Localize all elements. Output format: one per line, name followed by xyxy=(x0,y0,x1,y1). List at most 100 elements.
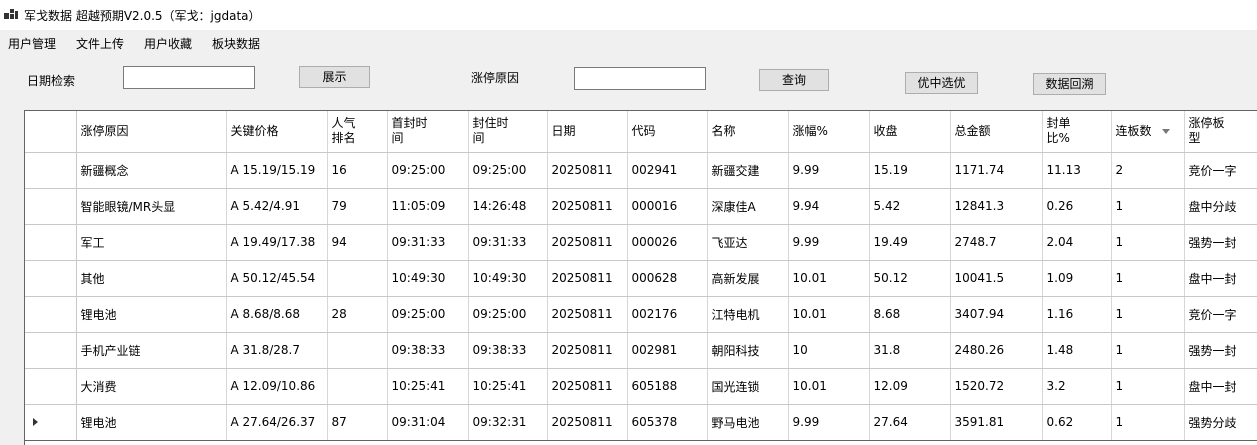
cell-code[interactable]: 002176 xyxy=(627,296,708,333)
col-header[interactable]: 封单 比% xyxy=(1042,111,1112,153)
cell-name[interactable]: 国光连锁 xyxy=(707,368,789,405)
cell-date[interactable]: 20250811 xyxy=(547,332,628,369)
cell-seal-ratio[interactable]: 1.09 xyxy=(1042,260,1112,297)
cell-code[interactable]: 002981 xyxy=(627,332,708,369)
cell-board-count[interactable]: 1 xyxy=(1111,368,1185,405)
cell-code[interactable]: 605378 xyxy=(627,404,708,441)
row-header[interactable] xyxy=(25,368,77,405)
cell-name[interactable]: 高新发展 xyxy=(707,260,789,297)
cell-code[interactable]: 002941 xyxy=(627,152,708,189)
cell-code[interactable]: 000628 xyxy=(627,260,708,297)
table-row[interactable]: 手机产业链 A 31.8/28.7 09:38:33 09:38:33 20250811… xyxy=(25,332,1257,369)
cell-key-price[interactable]: A 27.64/26.37 xyxy=(226,404,328,441)
cell-first-seal[interactable]: 09:31:04 xyxy=(387,404,469,441)
cell-code[interactable]: 605188 xyxy=(627,368,708,405)
select-best-button[interactable]: 优中选优 xyxy=(905,72,978,94)
col-header[interactable]: 关键价格 xyxy=(226,111,328,153)
cell-seal-time[interactable]: 10:25:41 xyxy=(468,368,548,405)
cell-reason[interactable]: 锂电池 xyxy=(76,404,227,441)
row-header[interactable] xyxy=(25,224,77,261)
cell-total-amount[interactable]: 1171.74 xyxy=(950,152,1043,189)
cell-seal-ratio[interactable]: 2.04 xyxy=(1042,224,1112,261)
cell-board-count[interactable]: 1 xyxy=(1111,332,1185,369)
cell-popularity[interactable]: 79 xyxy=(327,188,388,225)
cell-seal-ratio[interactable]: 11.13 xyxy=(1042,152,1112,189)
col-header[interactable]: 总金额 xyxy=(950,111,1043,153)
menu-file-upload[interactable]: 文件上传 xyxy=(76,35,124,52)
table-row[interactable]: 军工 A 19.49/17.38 94 09:31:33 09:31:33 2025081… xyxy=(25,224,1257,261)
menu-user-management[interactable]: 用户管理 xyxy=(8,35,56,52)
cell-close[interactable]: 5.42 xyxy=(869,188,951,225)
cell-seal-time[interactable]: 09:25:00 xyxy=(468,152,548,189)
cell-first-seal[interactable]: 09:38:33 xyxy=(387,332,469,369)
table-row[interactable]: 锂电池 A 27.64/26.37 87 09:31:04 09:32:31 202508… xyxy=(25,404,1257,441)
col-header[interactable]: 日期 xyxy=(547,111,628,153)
cell-seal-time[interactable]: 10:49:30 xyxy=(468,260,548,297)
cell-date[interactable]: 20250811 xyxy=(547,296,628,333)
cell-reason[interactable]: 智能眼镜/MR头显 xyxy=(76,188,227,225)
table-row[interactable]: 智能眼镜/MR头显 A 5.42/4.91 79 11:05:09 14:26:48 20… xyxy=(25,188,1257,225)
menu-sector-data[interactable]: 板块数据 xyxy=(212,35,260,52)
cell-seal-ratio[interactable]: 0.62 xyxy=(1042,404,1112,441)
cell-close[interactable]: 15.19 xyxy=(869,152,951,189)
cell-change-pct[interactable]: 9.94 xyxy=(788,188,870,225)
cell-total-amount[interactable]: 3591.81 xyxy=(950,404,1043,441)
cell-board-type[interactable]: 竞价一字 xyxy=(1184,296,1257,333)
cell-close[interactable]: 50.12 xyxy=(869,260,951,297)
cell-date[interactable]: 20250811 xyxy=(547,260,628,297)
col-header[interactable]: 连板数 xyxy=(1111,111,1185,153)
cell-popularity[interactable] xyxy=(327,368,388,405)
cell-close[interactable]: 27.64 xyxy=(869,404,951,441)
cell-change-pct[interactable]: 10 xyxy=(788,332,870,369)
table-row[interactable]: 大消费 A 12.09/10.86 10:25:41 10:25:41 20250811… xyxy=(25,368,1257,405)
col-header[interactable]: 涨幅% xyxy=(788,111,870,153)
col-header[interactable]: 涨停原因 xyxy=(76,111,227,153)
cell-seal-time[interactable]: 09:25:00 xyxy=(468,296,548,333)
query-button[interactable]: 查询 xyxy=(759,69,829,91)
cell-reason[interactable]: 手机产业链 xyxy=(76,332,227,369)
row-header[interactable] xyxy=(25,260,77,297)
cell-name[interactable]: 飞亚达 xyxy=(707,224,789,261)
cell-reason[interactable]: 新疆概念 xyxy=(76,152,227,189)
cell-close[interactable]: 31.8 xyxy=(869,332,951,369)
cell-board-count[interactable]: 1 xyxy=(1111,296,1185,333)
cell-popularity[interactable] xyxy=(327,332,388,369)
cell-board-type[interactable]: 盘中一封 xyxy=(1184,260,1257,297)
cell-seal-ratio[interactable]: 0.26 xyxy=(1042,188,1112,225)
cell-total-amount[interactable]: 10041.5 xyxy=(950,260,1043,297)
col-header[interactable]: 首封时间 xyxy=(387,111,469,153)
cell-date[interactable]: 20250811 xyxy=(547,368,628,405)
data-backtrack-button[interactable]: 数据回溯 xyxy=(1033,73,1106,95)
cell-popularity[interactable]: 28 xyxy=(327,296,388,333)
cell-key-price[interactable]: A 8.68/8.68 xyxy=(226,296,328,333)
col-header[interactable]: 封住时间 xyxy=(468,111,548,153)
cell-name[interactable]: 新疆交建 xyxy=(707,152,789,189)
cell-board-type[interactable]: 强势一封 xyxy=(1184,332,1257,369)
cell-close[interactable]: 12.09 xyxy=(869,368,951,405)
table-row[interactable]: 其他 A 50.12/45.54 10:49:30 10:49:30 20250811 0… xyxy=(25,260,1257,297)
cell-close[interactable]: 19.49 xyxy=(869,224,951,261)
row-header[interactable] xyxy=(25,332,77,369)
table-row[interactable]: 新疆概念 A 15.19/15.19 16 09:25:00 09:25:00 20250… xyxy=(25,152,1257,189)
cell-board-type[interactable]: 竞价一字 xyxy=(1184,152,1257,189)
cell-seal-time[interactable]: 09:32:31 xyxy=(468,404,548,441)
cell-date[interactable]: 20250811 xyxy=(547,404,628,441)
limit-up-table[interactable]: 涨停原因 关键价格 人气 排名 首封时间 封住时间 日期 代码 名称 涨幅% 收盘… xyxy=(24,110,1257,445)
cell-first-seal[interactable]: 09:25:00 xyxy=(387,152,469,189)
cell-board-count[interactable]: 2 xyxy=(1111,152,1185,189)
cell-seal-ratio[interactable]: 1.16 xyxy=(1042,296,1112,333)
row-header[interactable] xyxy=(25,404,77,441)
cell-date[interactable]: 20250811 xyxy=(547,188,628,225)
cell-total-amount[interactable]: 1520.72 xyxy=(950,368,1043,405)
cell-first-seal[interactable]: 09:31:33 xyxy=(387,224,469,261)
cell-key-price[interactable]: A 15.19/15.19 xyxy=(226,152,328,189)
col-header[interactable]: 代码 xyxy=(627,111,708,153)
cell-key-price[interactable]: A 50.12/45.54 xyxy=(226,260,328,297)
cell-code[interactable]: 000016 xyxy=(627,188,708,225)
col-header[interactable]: 人气 排名 xyxy=(327,111,388,153)
row-header[interactable] xyxy=(25,188,77,225)
cell-board-count[interactable]: 1 xyxy=(1111,188,1185,225)
cell-board-type[interactable]: 强势分歧 xyxy=(1184,404,1257,441)
show-button[interactable]: 展示 xyxy=(299,66,370,88)
cell-change-pct[interactable]: 10.01 xyxy=(788,296,870,333)
